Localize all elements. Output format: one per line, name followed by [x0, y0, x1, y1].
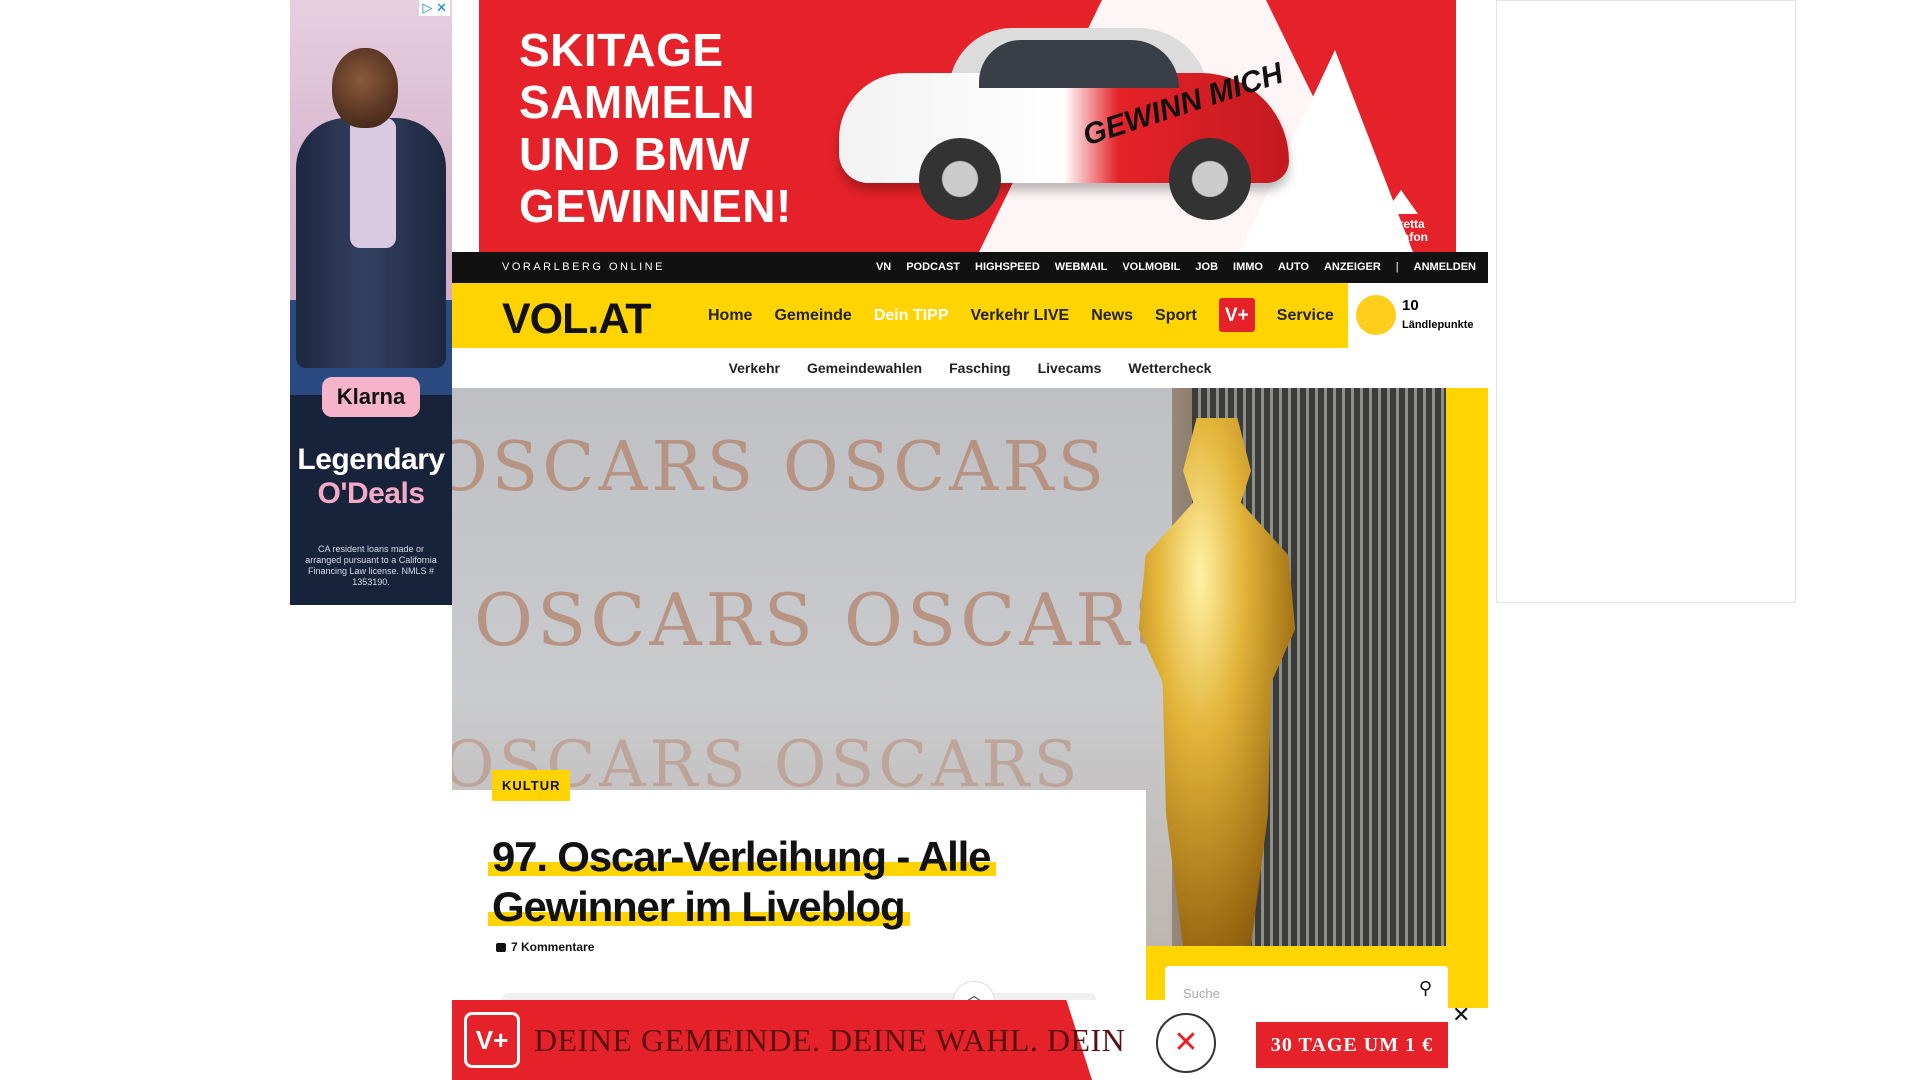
klarna-logo: Klarna	[322, 377, 420, 417]
site-logo[interactable]: VOL.AT	[502, 295, 651, 344]
link-auto[interactable]: AUTO	[1278, 252, 1309, 283]
comments-link[interactable]: 7 Kommentare	[496, 940, 594, 954]
search-icon[interactable]: ⚲	[1419, 978, 1432, 999]
link-volmobil[interactable]: VOLMOBIL	[1122, 252, 1180, 283]
points-label: Ländlepunkte	[1402, 319, 1474, 331]
link-anmelden[interactable]: ANMELDEN	[1414, 252, 1476, 283]
link-immo[interactable]: IMMO	[1233, 252, 1263, 283]
ad-person-head	[332, 48, 398, 128]
car-wheel-front	[919, 138, 1001, 220]
comments-count: 7 Kommentare	[511, 940, 595, 954]
category-tag[interactable]: KULTUR	[492, 770, 571, 801]
ad-headline-1: Legendary	[297, 443, 445, 476]
article-card: KULTUR 97. Oscar-Verleihung - Alle Gewin…	[452, 770, 1146, 1010]
nav-dein-tipp[interactable]: Dein TIPP	[874, 283, 949, 348]
billboard-line-1: SKITAGE	[519, 24, 724, 76]
link-vn[interactable]: VN	[876, 252, 891, 283]
car-window	[979, 40, 1179, 88]
nav-verkehr-live[interactable]: Verkehr LIVE	[971, 283, 1070, 348]
sub-navigation: Verkehr Gemeindewahlen Fasching Livecams…	[452, 348, 1488, 388]
link-separator: |	[1395, 261, 1399, 273]
ad-person-shirt	[350, 118, 396, 248]
adchoices-icon[interactable]: ▷ ✕	[419, 0, 450, 16]
vplus-icon[interactable]: V+	[1218, 298, 1255, 332]
service-links: VN PODCAST HIGHSPEED WEBMAIL VOLMOBIL JO…	[876, 252, 1476, 283]
subnav-verkehr[interactable]: Verkehr	[729, 348, 780, 388]
ad-photo	[290, 0, 452, 395]
nav-gemeinde[interactable]: Gemeinde	[774, 283, 851, 348]
silvretta-logo: Silvretta Montafon	[1374, 190, 1428, 244]
points-count: 10	[1402, 297, 1419, 314]
link-webmail[interactable]: WEBMAIL	[1055, 252, 1108, 283]
sidebar-yellow-strip	[1446, 388, 1488, 1008]
left-skyscraper-ad[interactable]: ▷ ✕ Klarna Legendary O'Deals CA resident…	[290, 0, 452, 605]
bottom-ad-slogan: DEINE GEMEINDE. DEINE WAHL. DEIN	[534, 1022, 1126, 1058]
right-ad-slot	[1496, 0, 1796, 603]
billboard-line-2: SAMMELN	[519, 76, 756, 128]
link-job[interactable]: JOB	[1195, 252, 1218, 283]
top-billboard-ad[interactable]: SKITAGE SAMMELN UND BMW GEWINNEN! GEWINN…	[479, 0, 1456, 252]
bmw-car-image: GEWINN MICH	[829, 18, 1299, 220]
close-icon[interactable]: ✕	[1452, 1002, 1470, 1028]
billboard-headline: SKITAGE SAMMELN UND BMW GEWINNEN!	[519, 24, 792, 232]
article-title[interactable]: 97. Oscar-Verleihung - Alle Gewinner im …	[488, 832, 1048, 932]
link-podcast[interactable]: PODCAST	[906, 252, 960, 283]
article-title-line-2: Gewinner im Liveblog	[488, 883, 911, 930]
car-wheel-rear	[1169, 138, 1251, 220]
billboard-line-4: GEWINNEN!	[519, 180, 792, 232]
nav-service[interactable]: Service	[1277, 283, 1334, 348]
mountain-icon	[1384, 190, 1418, 214]
vote-mark-icon: ✕	[1156, 1013, 1216, 1073]
search-input[interactable]: Suche	[1183, 986, 1220, 1001]
nav-home[interactable]: Home	[708, 283, 752, 348]
nav-items: Home Gemeinde Dein TIPP Verkehr LIVE New…	[708, 283, 1334, 348]
vplus-badge: V+	[464, 1012, 520, 1068]
subnav-wettercheck[interactable]: Wettercheck	[1128, 348, 1211, 388]
subnav-gemeindewahlen[interactable]: Gemeindewahlen	[807, 348, 922, 388]
service-bar: VORARLBERG ONLINE VN PODCAST HIGHSPEED W…	[452, 252, 1488, 283]
subscribe-button[interactable]: 30 TAGE UM 1 €	[1256, 1022, 1448, 1068]
laendlepunkte-widget[interactable]: 10 Ländlepunkte	[1348, 283, 1488, 348]
main-navigation: VOL.AT Home Gemeinde Dein TIPP Verkehr L…	[452, 283, 1348, 348]
oscars-watermark-row-1: OSCARS OSCARS	[452, 428, 1109, 507]
oscars-watermark-row-2: OSCARS OSCARS	[474, 578, 1187, 662]
link-anzeiger[interactable]: ANZEIGER	[1324, 252, 1381, 283]
subnav-livecams[interactable]: Livecams	[1038, 348, 1102, 388]
bottom-sticky-ad[interactable]: V+ DEINE GEMEINDE. DEINE WAHL. DEIN ✕ 30…	[452, 1000, 1470, 1080]
article-title-line-1: 97. Oscar-Verleihung - Alle	[488, 833, 997, 880]
ad-headline-2: O'Deals	[317, 477, 425, 510]
link-highspeed[interactable]: HIGHSPEED	[975, 252, 1040, 283]
comment-icon	[496, 942, 506, 952]
nav-news[interactable]: News	[1091, 283, 1133, 348]
sponsor-name: Silvretta Montafon	[1374, 217, 1428, 244]
subnav-fasching[interactable]: Fasching	[949, 348, 1010, 388]
brand-tagline: VORARLBERG ONLINE	[502, 261, 665, 273]
nav-sport[interactable]: Sport	[1155, 283, 1197, 348]
ad-disclaimer: CA resident loans made or arranged pursu…	[305, 544, 437, 587]
billboard-line-3: UND BMW	[519, 128, 750, 180]
points-badge-icon	[1356, 295, 1396, 335]
